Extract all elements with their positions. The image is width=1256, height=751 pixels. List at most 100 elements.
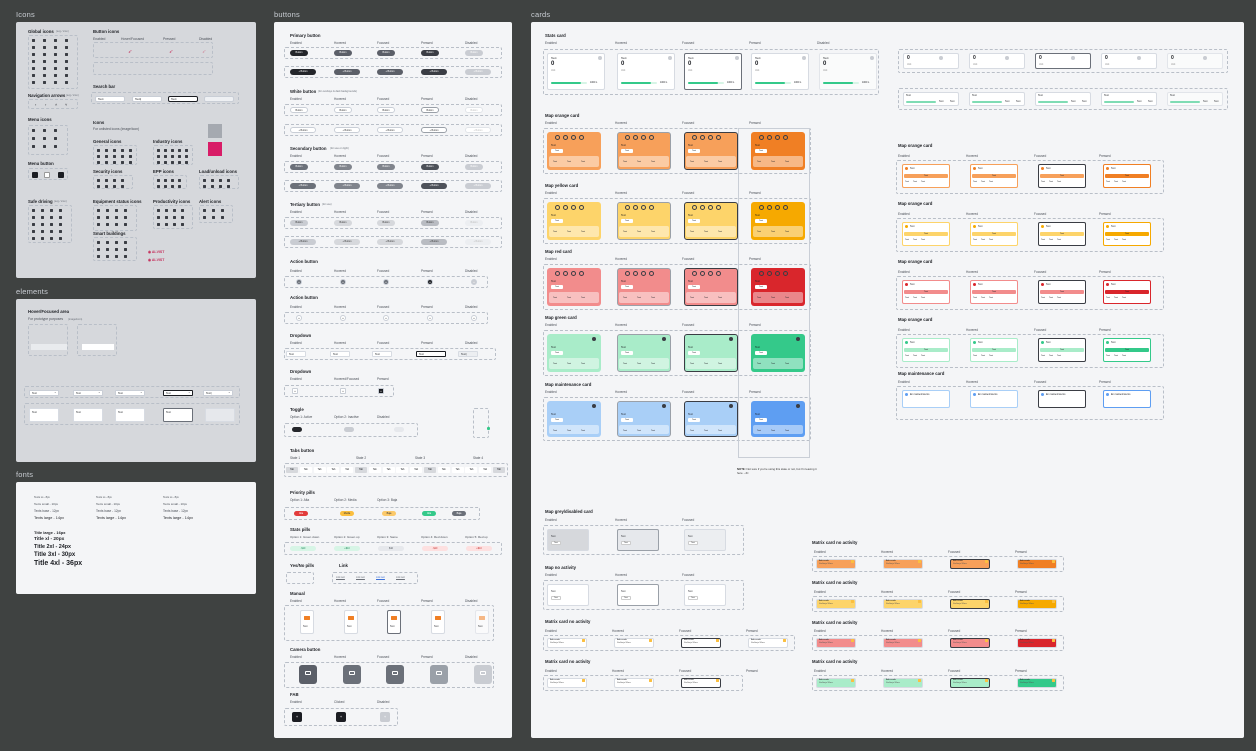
tertiary-button[interactable]: Button bbox=[421, 220, 439, 226]
text-input[interactable]: Text bbox=[29, 408, 59, 422]
menu-button-dark-2[interactable] bbox=[58, 172, 64, 178]
tertiary-button[interactable]: Button bbox=[334, 220, 352, 226]
map-no-activity-card[interactable] bbox=[617, 584, 659, 606]
tertiary-button[interactable]: Button bbox=[377, 220, 395, 226]
chevron-up-icon[interactable]: ˄ bbox=[55, 102, 57, 107]
text-input[interactable]: Text bbox=[115, 408, 145, 422]
secondary-button[interactable]: Button bbox=[421, 164, 439, 170]
fab-button[interactable]: + bbox=[336, 712, 346, 722]
toggle-active[interactable] bbox=[292, 427, 302, 432]
dropdown-field[interactable]: Text bbox=[372, 351, 392, 357]
primary-button[interactable]: Button bbox=[377, 50, 395, 56]
primary-button[interactable]: Button bbox=[290, 50, 308, 56]
stats-small-card[interactable] bbox=[1101, 53, 1157, 69]
primary-button[interactable]: Button bbox=[334, 50, 352, 56]
fab-button[interactable]: + bbox=[292, 712, 302, 722]
map-grey-card[interactable] bbox=[547, 529, 589, 551]
tab-button[interactable]: Tab bbox=[451, 467, 464, 473]
tab-button[interactable]: Tab bbox=[479, 467, 492, 473]
tab-button[interactable]: Tab bbox=[465, 467, 478, 473]
white-button[interactable]: Button bbox=[377, 107, 395, 113]
map-no-activity-card[interactable] bbox=[684, 584, 726, 606]
white-button[interactable]: Button bbox=[334, 107, 352, 113]
link-text[interactable]: Link text bbox=[396, 576, 405, 579]
search-input-focused[interactable]: Text| bbox=[132, 96, 162, 102]
search-input-enabled[interactable]: Text bbox=[95, 96, 125, 102]
link-text[interactable]: Link text bbox=[336, 576, 345, 579]
tab-button[interactable]: Tab bbox=[396, 467, 409, 473]
link-text[interactable]: Link text bbox=[376, 576, 385, 579]
dropdown2-button[interactable]: + bbox=[292, 388, 298, 394]
secondary-icon-button[interactable]: + Button bbox=[334, 183, 360, 189]
map-grey-card[interactable] bbox=[617, 529, 659, 551]
stats-small-card[interactable] bbox=[1035, 53, 1091, 69]
menu-button-dark[interactable] bbox=[32, 172, 38, 178]
stats-bar-card[interactable] bbox=[1101, 92, 1157, 106]
chevron-down-icon[interactable]: ˅ bbox=[65, 102, 67, 107]
manual-button[interactable] bbox=[387, 610, 401, 634]
dropdown2-button[interactable]: + bbox=[340, 388, 346, 394]
action-dark-button[interactable]: + bbox=[296, 279, 302, 285]
search-input-pressed[interactable]: Text bbox=[168, 96, 198, 102]
action-dark-button[interactable]: + bbox=[383, 279, 389, 285]
link-text[interactable]: Link text bbox=[356, 576, 365, 579]
dropdown-field[interactable]: Text bbox=[286, 351, 306, 357]
stats-small-card[interactable] bbox=[903, 53, 959, 69]
text-input[interactable]: Text bbox=[73, 408, 103, 422]
primary-icon-button[interactable]: + Button bbox=[334, 69, 360, 75]
stats-bar-card[interactable] bbox=[903, 92, 959, 106]
dropdown-field[interactable]: Text bbox=[416, 351, 446, 357]
action-light-button[interactable]: + bbox=[383, 315, 389, 321]
manual-button[interactable] bbox=[344, 610, 358, 634]
tertiary-icon-button[interactable]: + Button bbox=[290, 239, 316, 245]
dropdown-field[interactable]: Text bbox=[330, 351, 350, 357]
tab-button[interactable]: Tab bbox=[368, 467, 381, 473]
map-no-activity-card[interactable] bbox=[547, 584, 589, 606]
secondary-icon-button[interactable]: + Button bbox=[377, 183, 403, 189]
secondary-icon-button[interactable]: + Button bbox=[421, 183, 447, 189]
rocket-icon[interactable]: ➶ bbox=[169, 49, 173, 55]
manual-button[interactable] bbox=[300, 610, 314, 634]
primary-icon-button[interactable]: + Button bbox=[290, 69, 316, 75]
dropdown2-button[interactable]: + bbox=[378, 388, 384, 394]
primary-button[interactable]: Button bbox=[421, 50, 439, 56]
chevron-right-icon[interactable]: › bbox=[45, 102, 46, 107]
tab-button[interactable]: Tab bbox=[355, 467, 367, 473]
secondary-icon-button[interactable]: + Button bbox=[290, 183, 316, 189]
tab-button[interactable]: Tab bbox=[493, 467, 505, 473]
white-icon-button[interactable]: + Button bbox=[290, 127, 316, 133]
tertiary-icon-button[interactable]: + Button bbox=[334, 239, 360, 245]
rocket-icon[interactable]: ➶ bbox=[128, 49, 132, 55]
tab-button[interactable]: Tab bbox=[437, 467, 450, 473]
tab-button[interactable]: Tab bbox=[299, 467, 312, 473]
stats-small-card[interactable] bbox=[969, 53, 1025, 69]
tab-button[interactable]: Tab bbox=[410, 467, 423, 473]
white-icon-button[interactable]: + Button bbox=[377, 127, 403, 133]
map-grey-card[interactable] bbox=[684, 529, 726, 551]
secondary-button[interactable]: Button bbox=[290, 164, 308, 170]
secondary-button[interactable]: Button bbox=[334, 164, 352, 170]
stats-bar-card[interactable] bbox=[969, 92, 1025, 106]
tab-button[interactable]: Tab bbox=[286, 467, 298, 473]
action-light-button[interactable]: + bbox=[296, 315, 302, 321]
tab-button[interactable]: Tab bbox=[424, 467, 436, 473]
action-dark-button[interactable]: + bbox=[340, 279, 346, 285]
tertiary-icon-button[interactable]: + Button bbox=[377, 239, 403, 245]
tertiary-icon-button[interactable]: + Button bbox=[421, 239, 447, 245]
tab-button[interactable]: Tab bbox=[382, 467, 395, 473]
primary-icon-button[interactable]: + Button bbox=[421, 69, 447, 75]
action-light-button[interactable]: + bbox=[427, 315, 433, 321]
primary-icon-button[interactable]: + Button bbox=[377, 69, 403, 75]
text-input[interactable]: Text bbox=[163, 408, 193, 422]
menu-button-light[interactable] bbox=[44, 172, 50, 178]
secondary-button[interactable]: Button bbox=[377, 164, 395, 170]
stats-bar-card[interactable] bbox=[1035, 92, 1091, 106]
tab-button[interactable]: Tab bbox=[327, 467, 340, 473]
tab-button[interactable]: Tab bbox=[341, 467, 354, 473]
white-button[interactable]: Button bbox=[421, 107, 439, 113]
white-icon-button[interactable]: + Button bbox=[421, 127, 447, 133]
action-light-button[interactable]: + bbox=[340, 315, 346, 321]
toggle-inactive[interactable] bbox=[344, 427, 354, 432]
action-dark-button[interactable]: + bbox=[427, 279, 433, 285]
tab-button[interactable]: Tab bbox=[313, 467, 326, 473]
